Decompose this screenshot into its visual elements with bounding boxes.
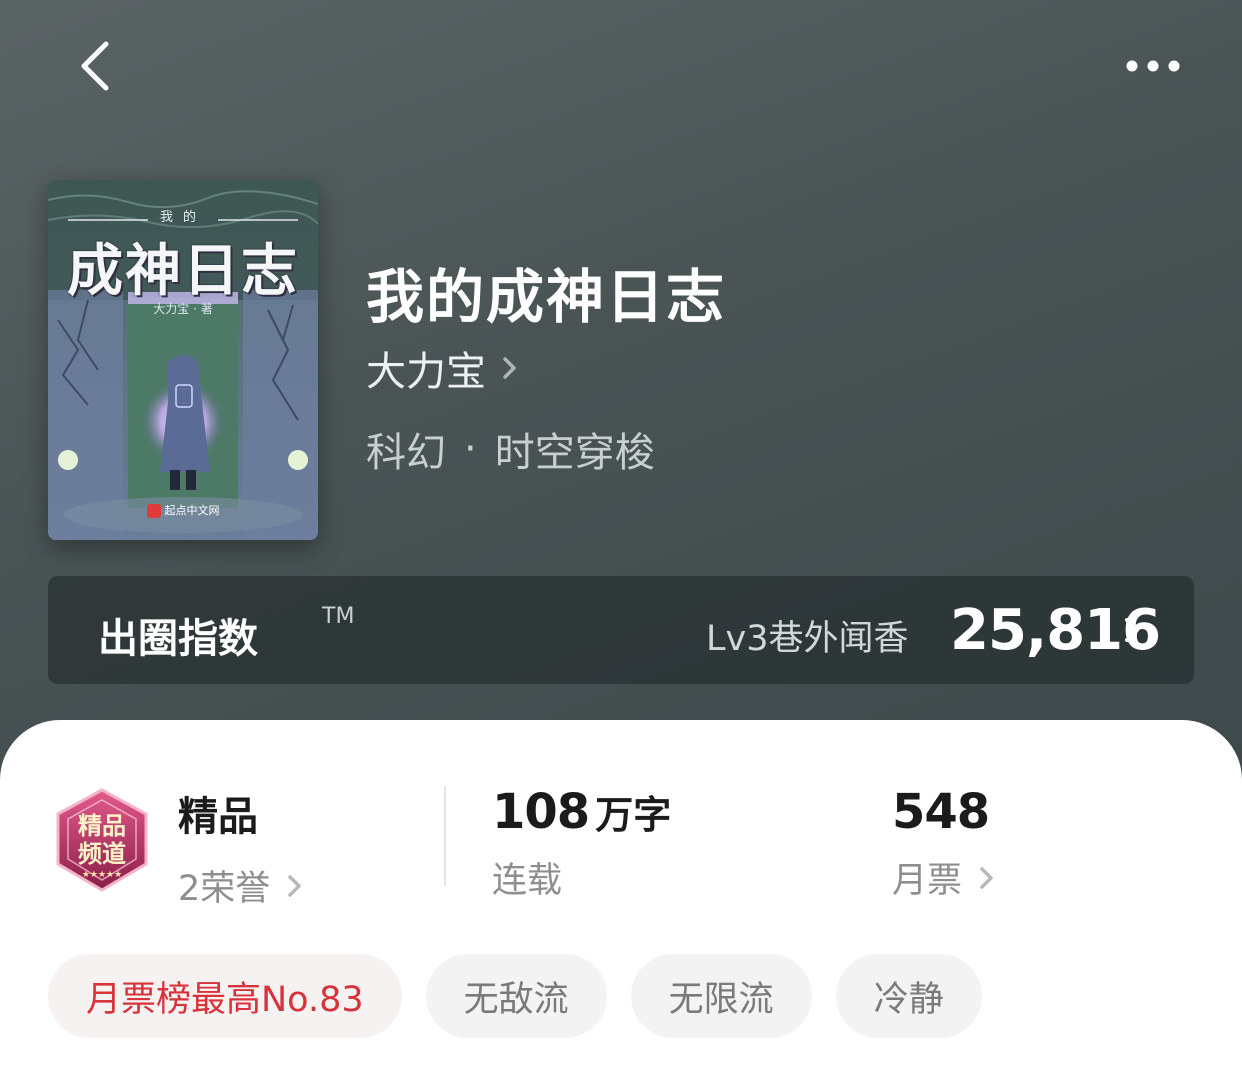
honors-link[interactable]: 2荣誉 [178,860,304,911]
genre-row: 科幻 · 时空穿梭 [366,420,655,478]
chevron-right-icon [1125,618,1139,642]
honors-count: 2荣誉 [178,869,271,909]
publisher-logo-icon [146,504,161,518]
cover-publisher: 起点中文网 [48,502,318,518]
index-level: Lv3巷外闻香 [706,619,909,659]
chevron-left-icon [81,41,109,91]
monthly-ticket-label: 月票 [892,861,963,901]
tag-item[interactable]: 无限流 [630,954,812,1038]
popularity-index-bar[interactable]: 出圈指数 TM Lv3巷外闻香 25,816 [48,576,1194,684]
author-name: 大力宝 [366,349,486,395]
stat-divider [444,786,446,886]
chevron-right-icon [288,874,302,897]
index-label: 出圈指数 [98,616,258,662]
tag-list: 月票榜最高No.83 无敌流 无限流 冷静 [48,954,1006,1038]
more-button[interactable] [1118,46,1188,86]
quality-stat[interactable]: 精品 2荣誉 [178,784,304,911]
serial-status: 连载 [492,861,563,901]
trademark-label: TM [322,604,355,629]
badge-text-2: 频道 [78,840,126,868]
book-subcategory[interactable]: 时空穿梭 [495,420,655,478]
monthly-ticket-stat[interactable]: 548 月票 [892,784,996,903]
book-title: 我的成神日志 [366,263,727,331]
word-count-stat: 108 万字 连载 [492,784,671,903]
cover-author: 大力宝 · 著 [153,302,213,316]
word-count-number: 108 [492,784,590,840]
cover-publisher-text: 起点中文网 [164,504,220,517]
monthly-ticket-number: 548 [892,784,990,840]
svg-text:★★★★★: ★★★★★ [82,870,122,880]
chevron-right-icon [980,866,993,889]
tag-monthly-rank[interactable]: 月票榜最高No.83 [48,954,402,1038]
badge-text-1: 精品 [78,812,126,840]
chevron-right-icon [503,357,516,379]
genre-separator: · [464,426,477,472]
more-dots-icon [1126,60,1180,72]
cover-title: 成神日志 [67,239,299,304]
monthly-ticket-link[interactable]: 月票 [892,852,996,903]
quality-title: 精品 [178,794,258,840]
premium-badge-icon: 精品 频道 ★★★★★ [56,788,148,892]
top-navigation-bar [0,0,1242,140]
book-category[interactable]: 科幻 [366,420,446,478]
quality-channel-badge[interactable]: 精品 频道 ★★★★★ [52,786,152,896]
book-cover[interactable]: 我的 成神日志 大力宝 · 著 起点中文网 [48,180,318,540]
tag-item[interactable]: 无敌流 [425,954,607,1038]
back-button[interactable] [70,36,130,96]
cover-small-title: 我的 [159,210,206,225]
tag-item[interactable]: 冷静 [835,954,982,1038]
word-count-unit: 万字 [595,793,672,837]
book-stats-card: 精品 频道 ★★★★★ 精品 2荣誉 108 万字 连载 548 月票 月票榜最高… [0,720,1242,1074]
author-link[interactable]: 大力宝 [366,343,520,395]
